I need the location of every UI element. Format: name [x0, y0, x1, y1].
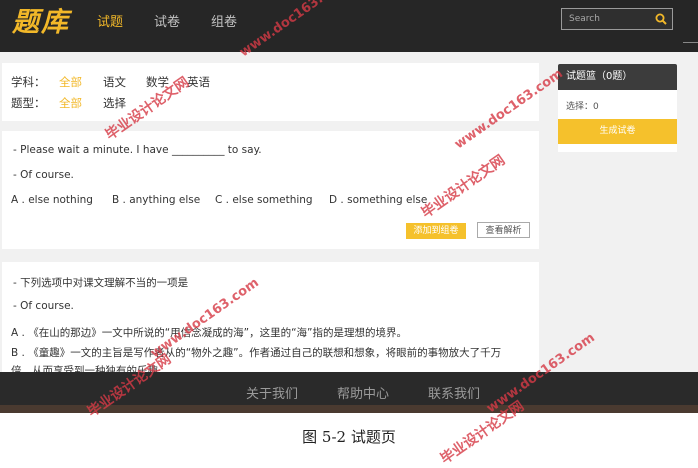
question-reply: - Of course.	[13, 300, 74, 312]
question-card: - 下列选项中对课文理解不当的一项是 - Of course. A . 《在山的…	[2, 262, 539, 382]
add-to-paper-button[interactable]: 添加到组卷	[406, 223, 466, 239]
type-option-choice[interactable]: 选择	[103, 95, 126, 111]
option-b: B . 《童趣》一文的主旨是写作者从的“物外之趣”。作者通过自己的联想和想象，将…	[11, 347, 502, 359]
subject-option-chinese[interactable]: 语文	[103, 74, 126, 90]
type-label: 题型：	[11, 96, 46, 110]
question-stem: - 下列选项中对课文理解不当的一项是	[13, 277, 189, 289]
footer-link-help[interactable]: 帮助中心	[337, 383, 389, 402]
search-icon[interactable]	[654, 12, 668, 26]
option-a: A . 《在山的那边》一文中所说的“用信念凝成的海”，这里的“海”指的是理想的境…	[11, 327, 407, 339]
figure-caption: 图 5-2 试题页	[302, 428, 396, 446]
option-a: A . else nothing	[11, 194, 93, 206]
option-b: B . anything else	[112, 194, 201, 206]
generate-paper-button[interactable]: 生成试卷	[558, 119, 677, 144]
type-option-all[interactable]: 全部	[59, 95, 82, 111]
question-reply: - Of course.	[13, 169, 74, 181]
footer-link-contact[interactable]: 联系我们	[428, 383, 480, 402]
search-box	[561, 8, 673, 30]
subject-label: 学科：	[11, 75, 46, 89]
option-c: C . else something	[215, 194, 313, 206]
view-analysis-button[interactable]: 查看解析	[477, 222, 530, 238]
nav-compose[interactable]: 组卷	[211, 11, 237, 30]
divider	[683, 30, 698, 43]
filter-panel: 学科： 全部 语文 数学 英语 题型： 全部 选择	[2, 63, 539, 121]
site-logo[interactable]: 题库	[12, 5, 70, 41]
option-d: D . something else	[329, 194, 428, 206]
footer-link-about[interactable]: 关于我们	[246, 383, 298, 402]
basket-count: 选择：0	[566, 102, 599, 112]
top-navbar: 题库 试题 试卷 组卷	[0, 0, 698, 52]
nav-questions[interactable]: 试题	[97, 11, 123, 30]
nav-papers[interactable]: 试卷	[154, 11, 180, 30]
basket-title: 试题篮（0题）	[558, 64, 677, 90]
subject-option-all[interactable]: 全部	[59, 74, 82, 90]
search-input[interactable]	[562, 9, 653, 29]
question-stem: - Please wait a minute. I have _________…	[13, 144, 262, 156]
screenshot: 题库 试题 试卷 组卷 学科： 全部 语文 数学 英语 题型： 全部 选择 - …	[0, 0, 698, 413]
